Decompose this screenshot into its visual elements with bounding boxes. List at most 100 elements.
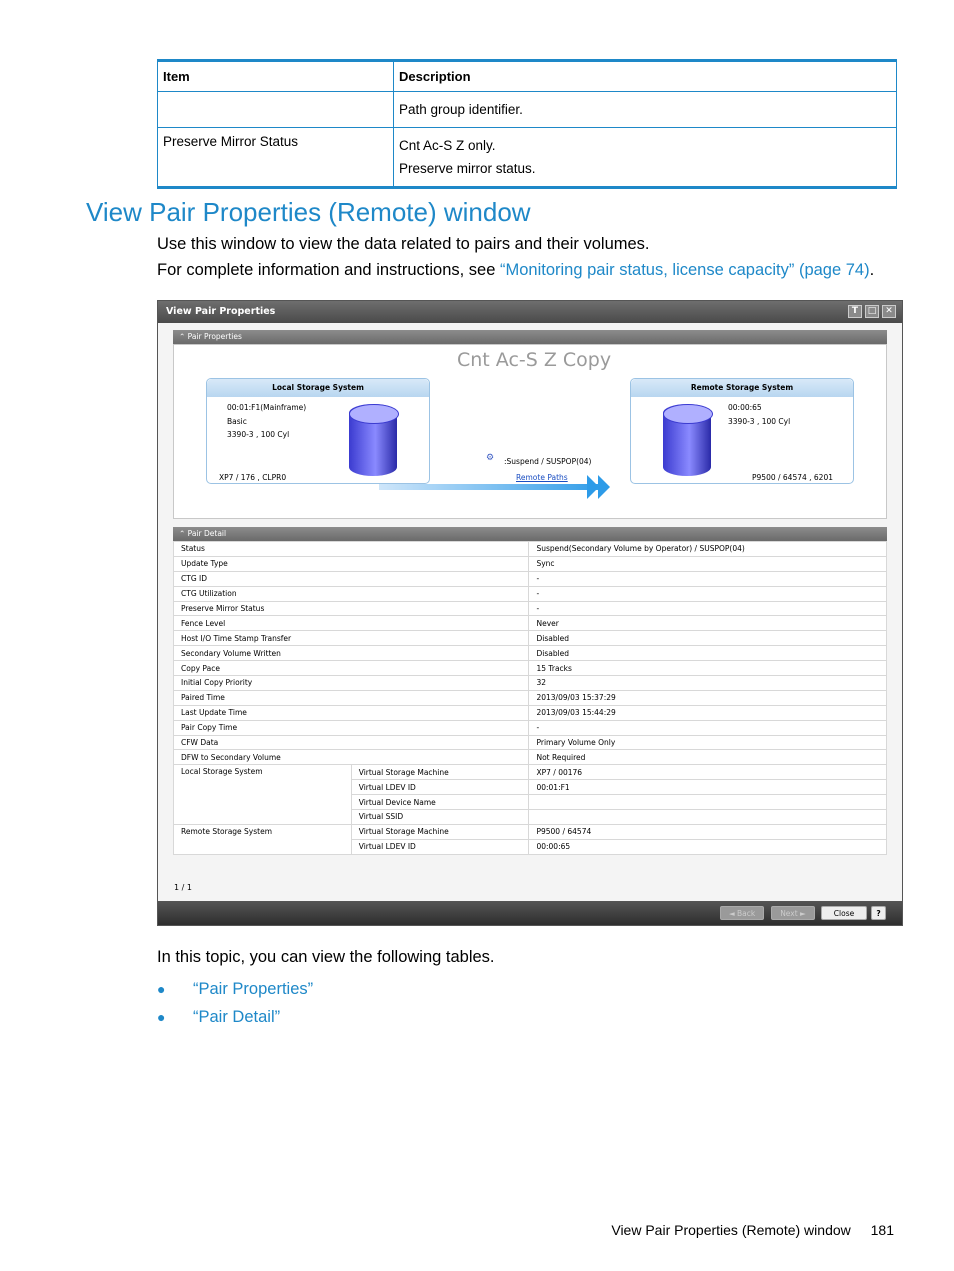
copy-arrow [379, 484, 607, 490]
table-row: Status Suspend(Secondary Volume by Operat… [172, 541, 887, 557]
detail-sublabel: Virtual Storage Machine [350, 823, 530, 840]
close-button[interactable]: Close [821, 906, 867, 920]
table-row: Update Type Sync [172, 555, 887, 572]
detail-label: Copy Pace [172, 660, 530, 677]
table-row: Remote Storage System Virtual Storage Mac… [173, 823, 887, 855]
pin-icon[interactable]: T [848, 305, 862, 318]
detail-sublabel: Virtual SSID [350, 809, 530, 825]
detail-label: CTG Utilization [172, 585, 530, 602]
table-row: Local Storage System Virtual Storage Mach… [173, 764, 887, 825]
collapse-icon: ⌃ [179, 332, 188, 341]
bullet-icon: ● [157, 981, 166, 997]
pair-status: :Suspend / SUSPOP(04) [504, 457, 592, 466]
description-cell: Cnt Ac-S Z only. Preserve mirror status. [393, 127, 897, 189]
detail-value [528, 794, 887, 811]
pair-detail-link[interactable]: “Pair Detail” [193, 1008, 280, 1027]
detail-value: 32 [528, 675, 887, 691]
remote-paths-link[interactable]: Remote Paths [516, 473, 568, 482]
detail-value: Sync [528, 555, 887, 572]
detail-value: 15 Tracks [528, 660, 887, 677]
detail-label: Initial Copy Priority [172, 675, 530, 691]
detail-value: 00:00:65 [528, 838, 887, 855]
table-row: CTG Utilization - [172, 585, 887, 602]
detail-label: Pair Copy Time [172, 719, 530, 736]
pair-properties-header[interactable]: ⌃ Pair Properties [173, 330, 887, 344]
maximize-icon[interactable]: □ [865, 305, 879, 318]
remote-storage-box: Remote Storage System 00:00:65 3390-3 , … [630, 378, 854, 484]
detail-value: Not Required [528, 749, 887, 766]
remote-line: 00:00:65 [728, 403, 762, 412]
local-volume-icon [349, 404, 399, 476]
table-row: Pair Copy Time - [172, 719, 887, 736]
table-row: Initial Copy Priority 32 [172, 675, 887, 691]
pair-status-icon: ⚙ [486, 453, 495, 463]
table-row: Paired Time 2013/09/03 15:37:29 [172, 689, 887, 706]
detail-value: 2013/09/03 15:37:29 [528, 689, 887, 706]
detail-value: - [528, 600, 887, 617]
help-button[interactable]: ? [871, 906, 886, 920]
detail-value: - [528, 585, 887, 602]
detail-sublabel: Virtual LDEV ID [350, 838, 530, 855]
list-item: ● “Pair Properties” [157, 975, 313, 1003]
remote-line: 3390-3 , 100 Cyl [728, 417, 791, 426]
pair-detail-table: Status Suspend(Secondary Volume by Operat… [172, 541, 887, 855]
detail-label: CFW Data [172, 734, 530, 751]
page-footer: View Pair Properties (Remote) window 181 [611, 1222, 894, 1238]
table-row: CFW Data Primary Volume Only [172, 734, 887, 751]
detail-group-label: Local Storage System [173, 764, 352, 825]
table-row: Path group identifier. [157, 91, 897, 128]
copy-type-title: Cnt Ac-S Z Copy [457, 349, 612, 371]
detail-label: Preserve Mirror Status [172, 600, 530, 617]
table-row: DFW to Secondary Volume Not Required [172, 749, 887, 766]
remote-volume-icon [663, 404, 713, 476]
table-row: Host I/O Time Stamp Transfer Disabled [172, 630, 887, 647]
detail-sublabel: Virtual LDEV ID [350, 779, 530, 796]
detail-label: Fence Level [172, 615, 530, 632]
window-title: View Pair Properties [166, 306, 276, 317]
detail-label: Paired Time [172, 689, 530, 706]
tables-intro: In this topic, you can view the followin… [157, 948, 495, 966]
detail-sublabel: Virtual Device Name [350, 794, 530, 811]
section-title: View Pair Properties (Remote) window [86, 197, 531, 227]
detail-value: Primary Volume Only [528, 734, 887, 751]
detail-value: Disabled [528, 630, 887, 647]
bullet-icon: ● [157, 1009, 166, 1025]
view-pair-properties-window: View Pair Properties T □ ✕ ⌃ Pair Proper… [157, 300, 903, 926]
remote-storage-title: Remote Storage System [631, 379, 853, 397]
footer-title: View Pair Properties (Remote) window [611, 1222, 851, 1238]
collapse-icon: ⌃ [179, 529, 188, 538]
detail-label: Host I/O Time Stamp Transfer [172, 630, 530, 647]
pair-detail-header[interactable]: ⌃ Pair Detail [173, 527, 887, 541]
table-list: ● “Pair Properties” ● “Pair Detail” [157, 975, 313, 1031]
description-line: Cnt Ac-S Z only. [399, 138, 496, 153]
detail-value: XP7 / 00176 [528, 764, 887, 781]
monitoring-link[interactable]: “Monitoring pair status, license capacit… [500, 261, 870, 279]
detail-value [528, 809, 887, 825]
detail-label: DFW to Secondary Volume [172, 749, 530, 766]
table-row: Last Update Time 2013/09/03 15:44:29 [172, 704, 887, 721]
info-suffix: . [869, 261, 875, 279]
description-cell: Path group identifier. [393, 91, 897, 128]
detail-label: Secondary Volume Written [172, 645, 530, 662]
local-storage-box: Local Storage System 00:01:F1(Mainframe)… [206, 378, 430, 484]
back-button[interactable]: ◄ Back [720, 906, 764, 920]
detail-value: 2013/09/03 15:44:29 [528, 704, 887, 721]
table-row: CTG ID - [172, 570, 887, 587]
description-line: Preserve mirror status. [399, 161, 536, 176]
close-icon[interactable]: ✕ [882, 305, 896, 318]
item-cell: Preserve Mirror Status [157, 127, 394, 189]
detail-group-label: Remote Storage System [173, 823, 352, 855]
table-row: Secondary Volume Written Disabled [172, 645, 887, 662]
arrow-head-icon [598, 475, 610, 499]
pair-properties-link[interactable]: “Pair Properties” [193, 980, 313, 999]
window-title-bar: View Pair Properties T □ ✕ [158, 301, 902, 323]
pager: 1 / 1 [174, 883, 192, 892]
local-footer: XP7 / 176 , CLPR0 [219, 473, 287, 482]
detail-label: Status [172, 541, 530, 557]
next-button[interactable]: Next ► [771, 906, 815, 920]
header-item: Item [157, 60, 394, 92]
item-cell [157, 91, 394, 128]
table-row: Fence Level Never [172, 615, 887, 632]
detail-value: Never [528, 615, 887, 632]
detail-value: 00:01:F1 [528, 779, 887, 796]
